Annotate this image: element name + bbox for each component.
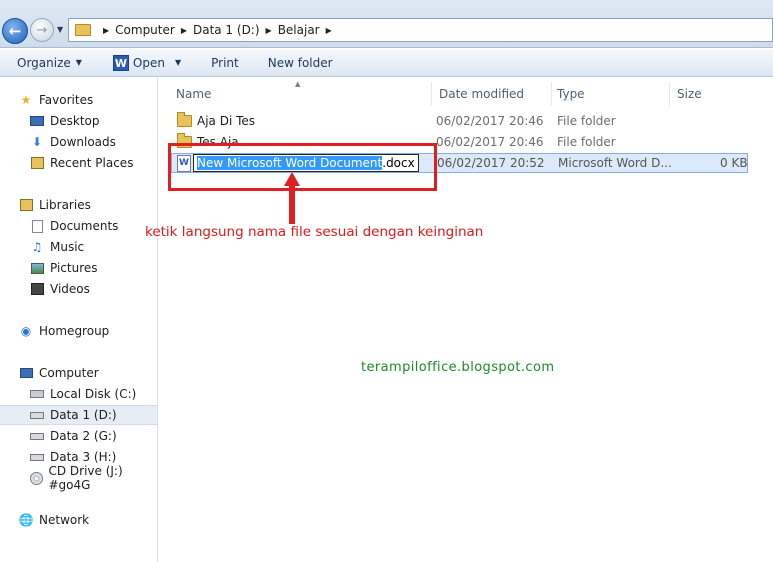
recent-pages-dropdown[interactable]: ▼ [57, 25, 63, 34]
column-header-name[interactable]: Name [169, 82, 432, 106]
arrow-right-icon: → [36, 22, 48, 38]
nav-music[interactable]: ♫ Music [0, 237, 157, 257]
chevron-right-icon[interactable]: ▶ [326, 26, 332, 35]
nav-downloads[interactable]: ⬇ Downloads [0, 132, 157, 152]
annotation-text: ketik langsung nama file sesuai dengan k… [145, 224, 484, 240]
nav-data2[interactable]: Data 2 (G:) [0, 426, 157, 446]
breadcrumb-computer[interactable]: Computer [115, 23, 175, 37]
column-label: Name [176, 87, 212, 101]
network-icon: 🌐 [18, 513, 34, 527]
nav-documents[interactable]: Documents [0, 216, 157, 236]
nav-label: CD Drive (J:) #go4G [48, 464, 123, 492]
word-icon: W [112, 54, 129, 71]
open-label: Open [132, 55, 165, 70]
nav-label: Computer [39, 366, 99, 380]
file-type: File folder [557, 114, 616, 128]
nav-label: Data 1 (D:) [50, 408, 117, 422]
breadcrumb-belajar[interactable]: Belajar [278, 23, 320, 37]
new-folder-label: New folder [267, 55, 333, 70]
nav-homegroup[interactable]: ◉ Homegroup [0, 321, 157, 341]
nav-label: Homegroup [39, 324, 110, 338]
drive-icon [29, 407, 45, 423]
organize-label: Organize [17, 55, 71, 70]
new-folder-button[interactable]: New folder [268, 49, 333, 76]
nav-local-disk[interactable]: Local Disk (C:) [0, 384, 157, 404]
nav-data1[interactable]: Data 1 (D:) [0, 405, 157, 425]
star-icon: ★ [20, 93, 32, 107]
address-bar-area: ← → ▼ ▶ Computer ▶ Data 1 (D:) ▶ Belajar… [0, 0, 773, 48]
drive-icon [29, 428, 45, 444]
arrow-left-icon: ← [8, 22, 22, 40]
pictures-icon [29, 260, 45, 276]
column-label: Type [557, 87, 585, 101]
open-button[interactable]: W Open ▼ [112, 49, 181, 76]
file-type: Microsoft Word D... [558, 156, 672, 170]
nav-label: Documents [50, 219, 119, 233]
nav-label: Music [50, 240, 85, 254]
libraries-icon [18, 197, 34, 213]
file-name: Aja Di Tes [197, 114, 256, 128]
nav-label: Favorites [39, 93, 94, 107]
breadcrumb-data1[interactable]: Data 1 (D:) [193, 23, 260, 37]
videos-icon [29, 281, 45, 297]
nav-label: Downloads [50, 135, 116, 149]
watermark: terampiloffice.blogspot.com [361, 360, 555, 375]
file-date: 06/02/2017 20:46 [436, 114, 544, 128]
drive-icon [29, 449, 45, 465]
nav-label: Recent Places [50, 156, 134, 170]
column-label: Size [677, 87, 702, 101]
nav-label: Desktop [50, 114, 100, 128]
forward-button[interactable]: → [30, 18, 54, 42]
desktop-icon [29, 113, 45, 129]
address-box[interactable]: ▶ Computer ▶ Data 1 (D:) ▶ Belajar ▶ [68, 18, 773, 42]
computer-icon [18, 365, 34, 381]
print-button[interactable]: Print [211, 49, 239, 76]
nav-desktop[interactable]: Desktop [0, 111, 157, 131]
nav-label: Data 3 (H:) [50, 450, 117, 464]
nav-network[interactable]: 🌐 Network [0, 510, 157, 530]
nav-videos[interactable]: Videos [0, 279, 157, 299]
nav-favorites[interactable]: ★ Favorites [0, 90, 157, 110]
folder-icon [75, 24, 91, 36]
nav-pictures[interactable]: Pictures [0, 258, 157, 278]
nav-label: Pictures [50, 261, 98, 275]
organize-button[interactable]: Organize ▼ [17, 49, 82, 76]
chevron-right-icon[interactable]: ▶ [181, 26, 187, 35]
nav-label: Network [39, 513, 90, 527]
cd-drive-icon [29, 470, 43, 486]
annotation-arrow-icon [284, 172, 300, 224]
folder-icon [177, 112, 192, 127]
column-header-size[interactable]: Size [670, 82, 748, 106]
nav-label: Videos [50, 282, 90, 296]
print-label: Print [211, 55, 239, 70]
recent-places-icon [29, 155, 45, 171]
back-button[interactable]: ← [2, 18, 28, 44]
downloads-icon: ⬇ [31, 135, 43, 149]
file-date: 06/02/2017 20:46 [436, 135, 544, 149]
nav-cd-drive[interactable]: CD Drive (J:) #go4G [0, 464, 157, 492]
column-header-type[interactable]: Type [550, 82, 670, 106]
file-row[interactable]: Aja Di Tes 06/02/2017 20:46 File folder [171, 112, 748, 132]
document-icon [29, 218, 45, 234]
nav-libraries[interactable]: Libraries [0, 195, 157, 215]
nav-recent-places[interactable]: Recent Places [0, 153, 157, 173]
command-bar: Organize ▼ W Open ▼ Print New folder [0, 49, 773, 77]
chevron-down-icon: ▼ [75, 58, 82, 67]
chevron-right-icon[interactable]: ▶ [103, 26, 109, 35]
column-header-date-modified[interactable]: Date modified [432, 82, 552, 106]
navigation-pane: ★ Favorites Desktop ⬇ Downloads Recent P… [0, 78, 158, 562]
nav-label: Data 2 (G:) [50, 429, 117, 443]
file-size: 0 KB [720, 156, 748, 170]
music-icon: ♫ [31, 240, 43, 254]
chevron-right-icon[interactable]: ▶ [266, 26, 272, 35]
local-disk-icon [29, 386, 45, 402]
file-date: 06/02/2017 20:52 [437, 156, 545, 170]
homegroup-icon: ◉ [20, 324, 32, 338]
nav-label: Local Disk (C:) [50, 387, 137, 401]
nav-label: Libraries [39, 198, 91, 212]
column-label: Date modified [439, 87, 525, 101]
file-type: File folder [557, 135, 616, 149]
nav-computer[interactable]: Computer [0, 363, 157, 383]
chevron-down-icon[interactable]: ▼ [175, 58, 181, 67]
